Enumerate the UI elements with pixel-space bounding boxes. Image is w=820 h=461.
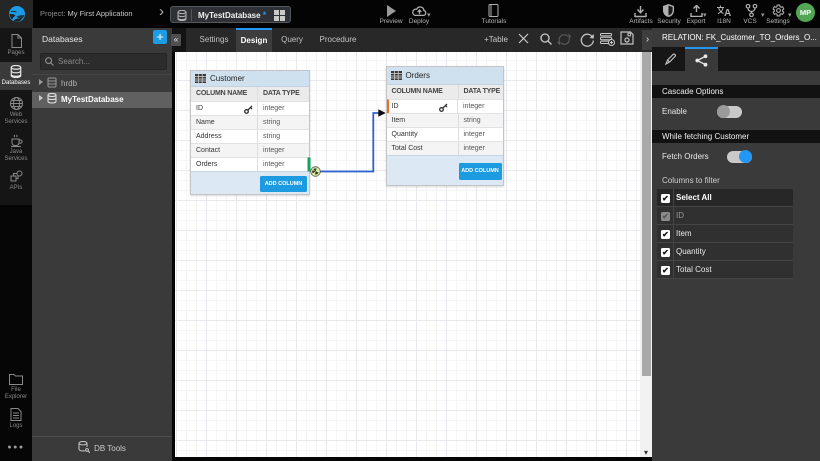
svg-text:A: A	[724, 8, 731, 17]
